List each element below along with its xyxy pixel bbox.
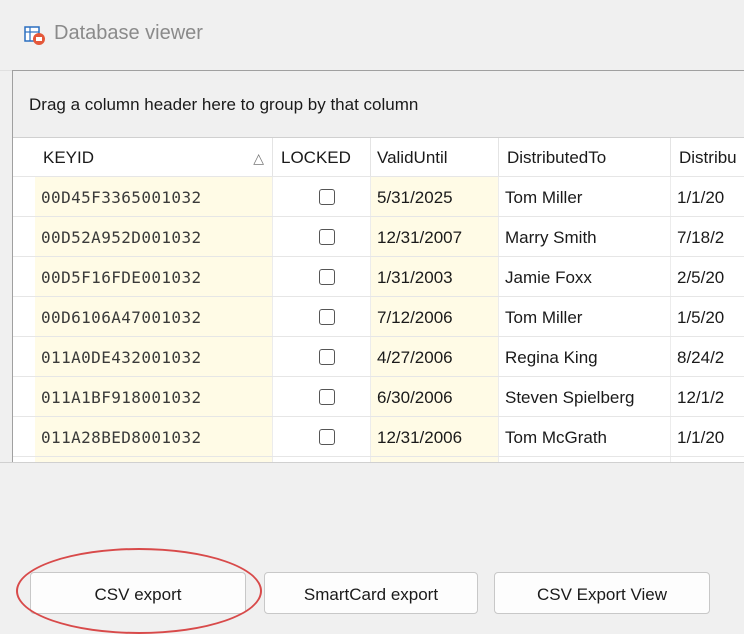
validuntil-cell: 12/31/2007 (371, 217, 499, 257)
distributed-date-cell: 1/1/20 (677, 188, 725, 207)
csv-export-view-button[interactable]: CSV Export View (494, 572, 710, 614)
distributed-date-cell: 12/1/2 (677, 388, 725, 407)
distributedto-cell: Marry Smith (499, 217, 671, 257)
window-title: Database viewer (54, 22, 203, 44)
sort-ascending-icon: △ (253, 150, 264, 166)
validuntil-cell: 12/31/2006 (371, 417, 499, 457)
grid-header: KEYID △ LOCKED ValidUntil DistributedTo … (13, 138, 744, 176)
table-row[interactable]: 011A1BF918001032 6/30/2006 Steven Spielber… (13, 376, 744, 417)
distributed-date-cell: 1/5/20 (677, 308, 725, 327)
keyid-cell: 00D45F3365001032 (35, 177, 273, 217)
csv-export-button[interactable]: CSV export (30, 572, 246, 614)
locked-cell (273, 337, 371, 377)
column-header-distributed-date[interactable]: Distribu (671, 138, 744, 176)
keyid-cell: 00D52A952D001032 (35, 217, 273, 257)
distributed-date-cell: 7/18/2 (677, 228, 725, 247)
column-header-keyid[interactable]: KEYID △ (35, 138, 273, 176)
validuntil-cell: 4/27/2006 (371, 337, 499, 377)
database-viewer-window: Database viewer Drag a column header her… (0, 0, 744, 634)
keyid-cell: 011A28BED8001032 (35, 417, 273, 457)
table-row[interactable]: 00D6106A47001032 7/12/2006 Tom Miller 1/5/2… (13, 296, 744, 337)
distributed-date-cell: 1/1/20 (677, 428, 725, 447)
locked-cell (273, 177, 371, 217)
locked-cell (273, 217, 371, 257)
locked-checkbox[interactable] (319, 349, 335, 365)
group-by-panel[interactable]: Drag a column header here to group by th… (13, 71, 744, 138)
locked-checkbox[interactable] (319, 189, 335, 205)
distributed-date-cell: 2/5/20 (677, 268, 725, 287)
table-row[interactable]: 00D5F16FDE001032 1/31/2003 Jamie Foxx 2/5/2… (13, 256, 744, 297)
column-header-validuntil[interactable]: ValidUntil (371, 138, 499, 176)
distributed-date-cell: 8/24/2 (677, 348, 725, 367)
keyid-cell: 00D5F16FDE001032 (35, 257, 273, 297)
table-row[interactable]: 00D52A952D001032 12/31/2007 Marry Smith 7/1… (13, 216, 744, 257)
locked-checkbox[interactable] (319, 389, 335, 405)
locked-cell (273, 417, 371, 457)
locked-cell (273, 377, 371, 417)
column-header-locked[interactable]: LOCKED (273, 138, 371, 176)
group-by-hint: Drag a column header here to group by th… (29, 95, 419, 114)
database-app-icon (24, 26, 45, 45)
column-header-distributedto[interactable]: DistributedTo (499, 138, 671, 176)
distributedto-cell: Steven Spielberg (499, 377, 671, 417)
validuntil-cell: 7/12/2006 (371, 297, 499, 337)
table-row[interactable]: 00D45F3365001032 5/31/2025 Tom Miller 1/1/2… (13, 176, 744, 217)
smartcard-export-button[interactable]: SmartCard export (264, 572, 478, 614)
distributedto-cell: Tom Miller (499, 297, 671, 337)
title-bar: Database viewer (0, 0, 744, 71)
table-row[interactable]: 011A0DE432001032 4/27/2006 Regina King 8/24… (13, 336, 744, 377)
keyid-cell: 00D6106A47001032 (35, 297, 273, 337)
table-row[interactable]: 011A28BED8001032 12/31/2006 Tom McGrath 1/1… (13, 416, 744, 457)
keyid-cell: 011A1BF918001032 (35, 377, 273, 417)
locked-cell (273, 297, 371, 337)
locked-checkbox[interactable] (319, 229, 335, 245)
distributedto-cell: Tom McGrath (499, 417, 671, 457)
grid-frame: Drag a column header here to group by th… (12, 70, 744, 463)
validuntil-cell: 5/31/2025 (371, 177, 499, 217)
locked-checkbox[interactable] (319, 429, 335, 445)
validuntil-cell: 6/30/2006 (371, 377, 499, 417)
keyid-cell: 011A0DE432001032 (35, 337, 273, 377)
locked-checkbox[interactable] (319, 269, 335, 285)
distributedto-cell: Regina King (499, 337, 671, 377)
data-grid[interactable]: KEYID △ LOCKED ValidUntil DistributedTo … (13, 138, 744, 463)
locked-cell (273, 257, 371, 297)
column-header-label: KEYID (43, 148, 95, 167)
distributedto-cell: Jamie Foxx (499, 257, 671, 297)
distributedto-cell: Tom Miller (499, 177, 671, 217)
locked-checkbox[interactable] (319, 309, 335, 325)
validuntil-cell: 1/31/2003 (371, 257, 499, 297)
